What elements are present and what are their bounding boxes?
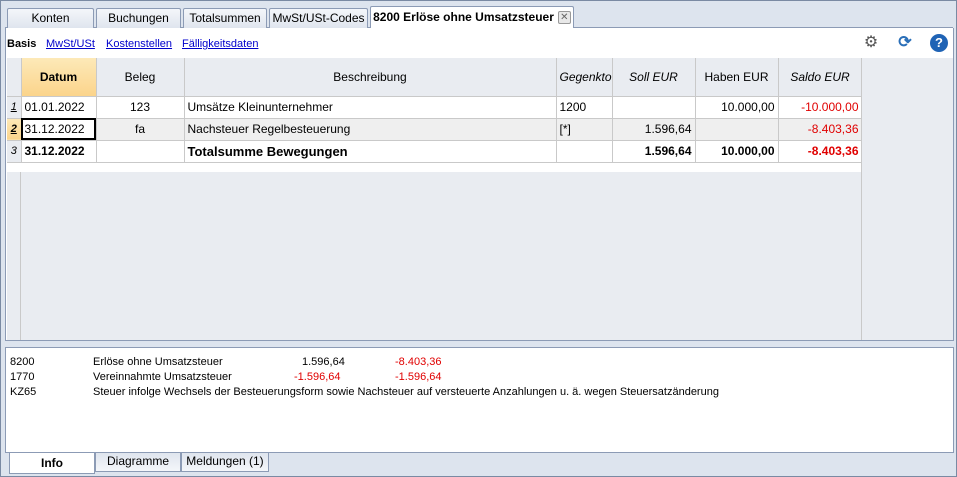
total-row[interactable]: 3 31.12.2022 Totalsumme Bewegungen 1.596… (7, 140, 863, 163)
info-code: 1770 (10, 371, 35, 383)
subtab-kostenstellen[interactable]: Kostenstellen (106, 38, 172, 50)
info-value-1: -1.596,64 (294, 371, 341, 383)
subtab-mwst[interactable]: MwSt/USt (46, 38, 95, 50)
tab-account-8200-label: 8200 Erlöse ohne Umsatzsteuer (373, 10, 554, 24)
cell-beschreibung[interactable]: Totalsumme Bewegungen (184, 140, 557, 163)
info-value-1: 1.596,64 (302, 356, 345, 368)
refresh-icon[interactable]: ⟳ (896, 34, 914, 52)
cell-haben[interactable]: 10.000,00 (695, 140, 779, 163)
column-header-soll[interactable]: Soll EUR (612, 58, 696, 97)
right-filler (861, 58, 953, 340)
cell-beschreibung[interactable]: Nachsteuer Regelbesteuerung (184, 118, 557, 141)
bottom-tab-meldungen[interactable]: Meldungen (1) (181, 453, 269, 472)
cell-gegenkto[interactable]: 1200 (556, 96, 613, 119)
row-number[interactable]: 3 (7, 140, 22, 163)
window-frame: Konten Buchungen Totalsummen MwSt/USt-Co… (0, 0, 957, 477)
cell-soll[interactable]: 1.596,64 (612, 140, 696, 163)
table-header: Datum Beleg Beschreibung Gegenkto. Soll … (7, 58, 863, 97)
info-value-2: -1.596,64 (395, 371, 442, 383)
close-icon[interactable]: ✕ (557, 11, 571, 25)
column-header-beschreibung[interactable]: Beschreibung (184, 58, 557, 97)
cell-datum-editing[interactable]: 31.12.2022 (21, 118, 97, 141)
tab-mwst-codes[interactable]: MwSt/USt-Codes (269, 8, 368, 28)
info-code: 8200 (10, 356, 35, 368)
tab-account-8200[interactable]: 8200 Erlöse ohne Umsatzsteuer ✕ (370, 6, 574, 29)
info-value-2: -8.403,36 (395, 356, 442, 368)
cell-beleg[interactable]: fa (96, 118, 185, 141)
bottom-tab-diagramme[interactable]: Diagramme (95, 453, 181, 472)
info-code: KZ65 (10, 386, 37, 398)
column-header-saldo[interactable]: Saldo EUR (778, 58, 863, 97)
empty-table-area (7, 172, 862, 340)
cell-beschreibung[interactable]: Umsätze Kleinunternehmer (184, 96, 557, 119)
column-header-beleg[interactable]: Beleg (96, 58, 185, 97)
cell-soll[interactable]: 1.596,64 (612, 118, 696, 141)
tab-bar: Konten Buchungen Totalsummen MwSt/USt-Co… (5, 6, 953, 29)
column-header-haben[interactable]: Haben EUR (695, 58, 779, 97)
cell-saldo[interactable]: -8.403,36 (778, 140, 863, 163)
info-text: Vereinnahmte Umsatzsteuer (93, 371, 232, 383)
cell-gegenkto[interactable] (556, 140, 613, 163)
gear-icon[interactable]: ⚙ (862, 34, 880, 52)
subtab-faelligkeitsdaten[interactable]: Fälligkeitsdaten (182, 38, 258, 50)
ledger-table: Datum Beleg Beschreibung Gegenkto. Soll … (7, 58, 863, 163)
cell-haben[interactable]: 10.000,00 (695, 96, 779, 119)
cell-beleg[interactable] (96, 140, 185, 163)
tab-buchungen[interactable]: Buchungen (96, 8, 181, 28)
tab-konten[interactable]: Konten (7, 8, 94, 28)
column-header-datum[interactable]: Datum (21, 58, 97, 97)
help-icon[interactable]: ? (930, 34, 948, 52)
bottom-tab-info[interactable]: Info (9, 453, 95, 474)
table-row[interactable]: 1 01.01.2022 123 Umsätze Kleinunternehme… (7, 96, 863, 119)
cell-haben[interactable] (695, 118, 779, 141)
table-row[interactable]: 2 31.12.2022 fa Nachsteuer Regelbesteuer… (7, 118, 863, 141)
column-header-gegenkto[interactable]: Gegenkto. (556, 58, 613, 97)
info-text: Erlöse ohne Umsatzsteuer (93, 356, 223, 368)
cell-gegenkto[interactable]: [*] (556, 118, 613, 141)
cell-datum[interactable]: 01.01.2022 (21, 96, 97, 119)
bottom-tab-bar: Info Diagramme Meldungen (1) (5, 453, 954, 474)
cell-saldo[interactable]: -10.000,00 (778, 96, 863, 119)
cell-datum[interactable]: 31.12.2022 (21, 140, 97, 163)
cell-soll[interactable] (612, 96, 696, 119)
cell-beleg[interactable]: 123 (96, 96, 185, 119)
main-panel: Basis MwSt/USt Kostenstellen Fälligkeits… (5, 28, 954, 341)
row-number[interactable]: 1 (7, 96, 22, 119)
info-panel: 8200 Erlöse ohne Umsatzsteuer 1.596,64 -… (5, 347, 954, 453)
row-number-header (7, 58, 22, 97)
view-bar: Basis MwSt/USt Kostenstellen Fälligkeits… (6, 28, 953, 58)
cell-saldo[interactable]: -8.403,36 (778, 118, 863, 141)
tab-totalsummen[interactable]: Totalsummen (183, 8, 267, 28)
row-number[interactable]: 2 (7, 118, 22, 141)
subtab-basis[interactable]: Basis (7, 38, 36, 50)
info-text: Steuer infolge Wechsels der Besteuerungs… (93, 386, 719, 398)
